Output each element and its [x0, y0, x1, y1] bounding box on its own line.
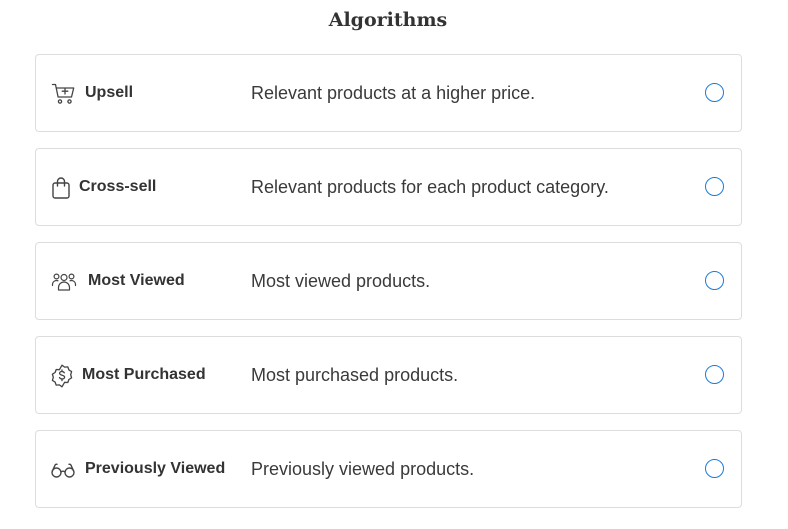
algorithm-description: Relevant products for each product categ… [251, 177, 609, 197]
algorithm-option-cross-sell[interactable]: Cross-sell Relevant products for each pr… [35, 148, 742, 226]
algorithm-name: Cross-sell [79, 178, 157, 195]
algorithm-description: Most purchased products. [251, 365, 459, 385]
algorithm-name: Most Purchased [82, 366, 206, 383]
algorithm-radio-previously-viewed[interactable] [705, 459, 724, 478]
shopping-cart-add-icon [51, 81, 77, 107]
algorithm-name: Most Viewed [88, 272, 185, 289]
algorithm-option-previously-viewed[interactable]: Previously Viewed Previously viewed prod… [35, 430, 742, 508]
algorithm-radio-upsell[interactable] [705, 83, 724, 102]
algorithm-description: Previously viewed products. [251, 459, 475, 479]
algorithm-radio-most-purchased[interactable] [705, 365, 724, 384]
eyeglasses-icon [50, 457, 76, 483]
users-group-icon [51, 269, 77, 295]
algorithm-name: Previously Viewed [85, 460, 226, 477]
shopping-bag-icon [48, 175, 74, 201]
dollar-badge-icon [49, 363, 75, 389]
algorithm-option-most-purchased[interactable]: Most Purchased Most purchased products. [35, 336, 742, 414]
algorithm-name: Upsell [85, 84, 134, 101]
algorithm-option-upsell[interactable]: Upsell Relevant products at a higher pri… [35, 54, 742, 132]
algorithm-description: Most viewed products. [251, 271, 431, 291]
algorithm-list: Upsell Relevant products at a higher pri… [35, 54, 742, 524]
algorithm-radio-cross-sell[interactable] [705, 177, 724, 196]
algorithm-description: Relevant products at a higher price. [251, 83, 536, 103]
algorithm-radio-most-viewed[interactable] [705, 271, 724, 290]
algorithm-option-most-viewed[interactable]: Most Viewed Most viewed products. [35, 242, 742, 320]
page-title: Algorithms [328, 9, 448, 31]
